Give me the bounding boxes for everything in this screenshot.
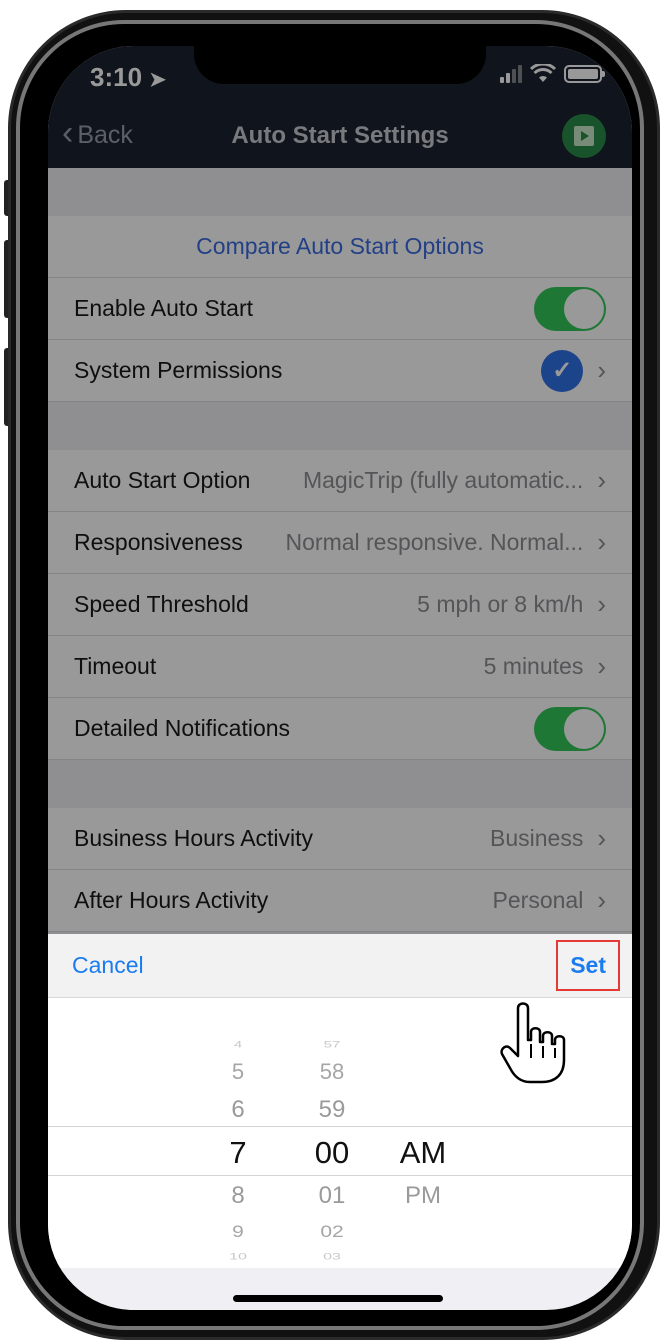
set-button[interactable]: Set [556, 940, 620, 991]
picker-selected-period: AM [399, 1135, 447, 1170]
modal-dim-overlay[interactable] [48, 46, 632, 934]
picker-option: 57 [323, 1039, 341, 1050]
picker-option: 9 [232, 1222, 244, 1241]
home-indicator[interactable] [233, 1295, 443, 1302]
picker-option: 10 [229, 1251, 247, 1262]
picker-option: 58 [319, 1059, 345, 1084]
picker-option: 5 [231, 1059, 245, 1084]
picker-option: PM [405, 1182, 441, 1209]
picker-option: 59 [318, 1096, 346, 1123]
picker-selected-minute: 00 [314, 1135, 350, 1170]
picker-option: 03 [323, 1251, 341, 1262]
picker-option: 8 [231, 1182, 245, 1209]
picker-option: 02 [320, 1222, 344, 1241]
picker-option: 6 [231, 1096, 245, 1123]
picker-option: 4 [233, 1039, 243, 1050]
phone-screen: 3:10 ➤ ‹ Back Auto Start Settings Compar… [48, 46, 632, 1310]
cancel-button[interactable]: Cancel [72, 952, 144, 979]
picker-selected-hour: 7 [229, 1135, 247, 1170]
hour-wheel[interactable]: 4 5 6 7 8 9 10 [218, 998, 258, 1266]
picker-toolbar: Cancel Set [48, 934, 632, 998]
minute-wheel[interactable]: 57 58 59 00 01 02 03 [304, 998, 360, 1266]
period-wheel[interactable]: AM PM [388, 998, 458, 1216]
picker-option: 01 [318, 1182, 346, 1209]
pointing-hand-icon [500, 1002, 566, 1084]
